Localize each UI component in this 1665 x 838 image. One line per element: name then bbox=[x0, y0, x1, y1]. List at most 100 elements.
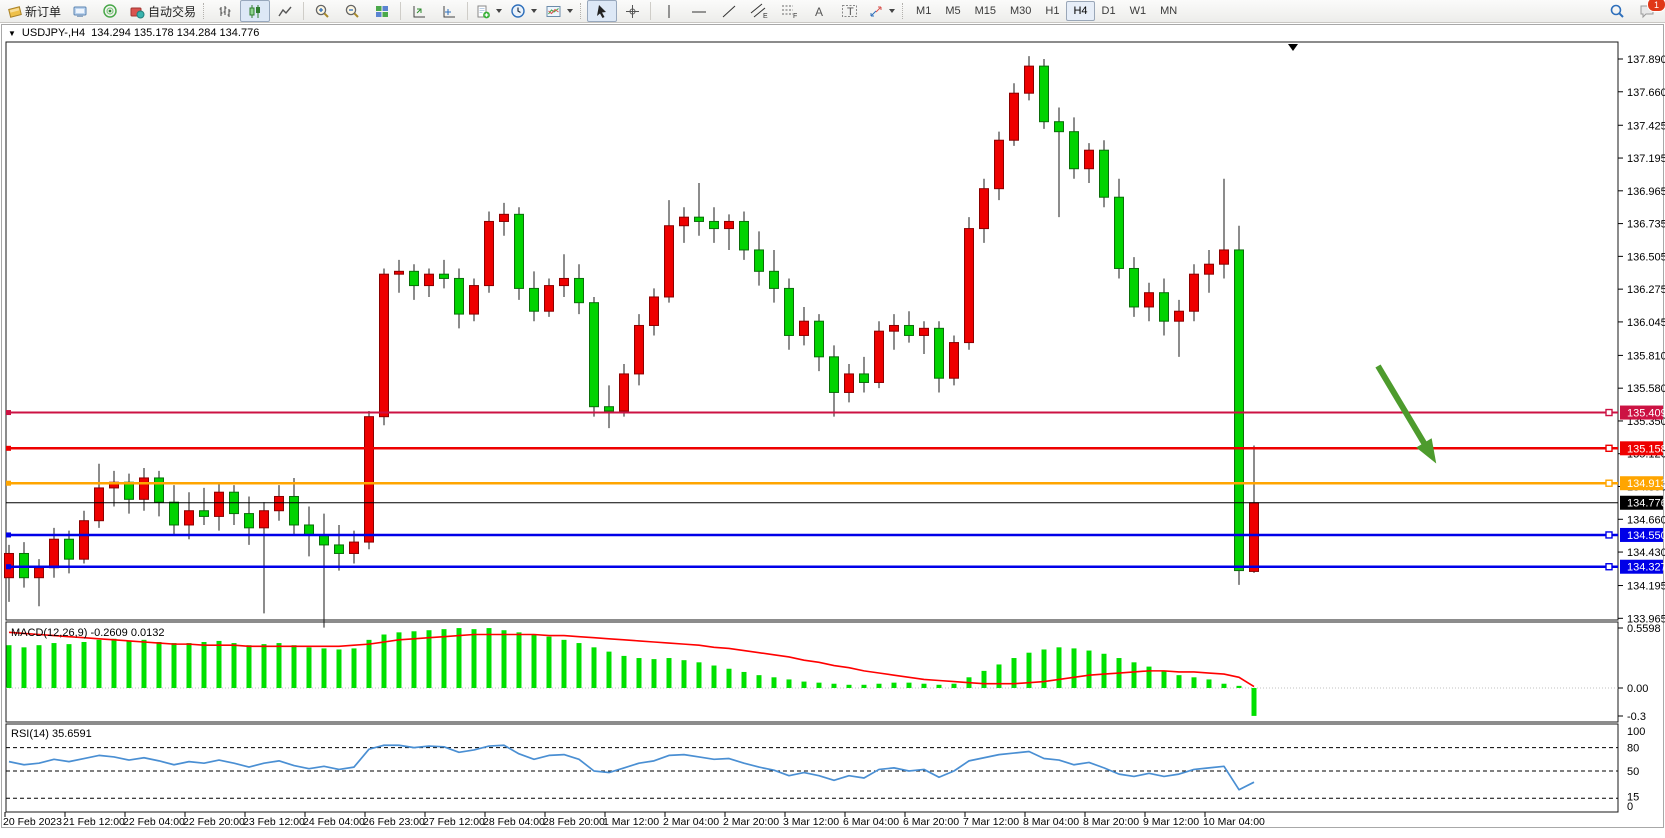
terminal-button[interactable] bbox=[65, 0, 95, 22]
cursor-button[interactable] bbox=[587, 0, 617, 22]
timeframe-button-H1[interactable]: H1 bbox=[1038, 1, 1066, 21]
svg-text:0.5598: 0.5598 bbox=[1627, 623, 1661, 635]
svg-text:135.810: 135.810 bbox=[1627, 350, 1665, 362]
panel-frames bbox=[6, 42, 1618, 812]
svg-text:24 Feb 04:00: 24 Feb 04:00 bbox=[303, 816, 365, 828]
svg-text:136.045: 136.045 bbox=[1627, 317, 1665, 329]
svg-text:135.158: 135.158 bbox=[1627, 443, 1665, 455]
timeframe-button-MN[interactable]: MN bbox=[1153, 1, 1184, 21]
add-indicator-button[interactable] bbox=[471, 0, 506, 22]
search-button[interactable] bbox=[1602, 0, 1632, 22]
toolbar-grip bbox=[902, 3, 906, 19]
text-icon: A bbox=[812, 4, 826, 19]
svg-text:137.890: 137.890 bbox=[1627, 54, 1665, 66]
new-order-button[interactable]: 新订单 bbox=[3, 0, 65, 22]
indicators-window-button[interactable] bbox=[434, 0, 464, 22]
tile-windows-button[interactable] bbox=[367, 0, 397, 22]
toolbar-separator bbox=[303, 2, 304, 20]
zoom-in-button[interactable] bbox=[307, 0, 337, 22]
svg-text:-0.3: -0.3 bbox=[1627, 711, 1646, 723]
svg-text:137.425: 137.425 bbox=[1627, 120, 1665, 132]
timeframe-button-W1[interactable]: W1 bbox=[1123, 1, 1154, 21]
chart-canvas[interactable]: 137.890137.660137.425137.195136.965136.7… bbox=[0, 23, 1665, 838]
line-chart-icon bbox=[277, 4, 293, 19]
svg-text:28 Feb 20:00: 28 Feb 20:00 bbox=[543, 816, 605, 828]
timeframe-group: M1M5M15M30H1H4D1W1MN bbox=[909, 1, 1184, 21]
svg-text:134.913: 134.913 bbox=[1627, 478, 1665, 490]
notification-badge: 1 bbox=[1647, 0, 1665, 12]
vertical-line-icon bbox=[663, 4, 675, 19]
dropdown-caret bbox=[531, 9, 537, 13]
fibonacci-button[interactable]: F bbox=[774, 0, 804, 22]
terminal-icon bbox=[72, 4, 88, 19]
chart-title-ohlc: 134.294 135.178 134.284 134.776 bbox=[91, 27, 259, 39]
toolbar-separator bbox=[650, 2, 651, 20]
toolbar-grip bbox=[580, 3, 584, 19]
svg-text:21 Feb 12:00: 21 Feb 12:00 bbox=[63, 816, 125, 828]
tile-windows-icon bbox=[374, 4, 390, 19]
trendline-icon bbox=[721, 4, 737, 19]
notifications-button[interactable]: 1 bbox=[1632, 0, 1662, 22]
candlestick-chart-icon bbox=[247, 4, 263, 19]
signals-button[interactable] bbox=[95, 0, 125, 22]
template-button[interactable] bbox=[541, 0, 577, 22]
autotrading-label: 自动交易 bbox=[148, 3, 196, 20]
candlestick-chart-button[interactable] bbox=[240, 0, 270, 22]
line-chart-button[interactable] bbox=[270, 0, 300, 22]
template-icon bbox=[545, 4, 562, 19]
svg-text:23 Feb 12:00: 23 Feb 12:00 bbox=[243, 816, 305, 828]
equidistant-channel-button[interactable]: E bbox=[744, 0, 774, 22]
svg-text:50: 50 bbox=[1627, 766, 1639, 778]
timeframe-button-M5[interactable]: M5 bbox=[938, 1, 967, 21]
text-label-icon: T bbox=[841, 3, 858, 19]
crosshair-button[interactable] bbox=[617, 0, 647, 22]
toolbar-separator bbox=[467, 2, 468, 20]
svg-text:134.327: 134.327 bbox=[1627, 562, 1665, 574]
macd-label: MACD(12,26,9) -0.2609 0.0132 bbox=[11, 627, 164, 639]
svg-text:2 Mar 20:00: 2 Mar 20:00 bbox=[723, 816, 779, 828]
fibonacci-icon: F bbox=[780, 3, 798, 19]
svg-text:9 Mar 12:00: 9 Mar 12:00 bbox=[1143, 816, 1199, 828]
autotrading-button[interactable]: 自动交易 bbox=[125, 0, 200, 22]
timeframe-button-H4[interactable]: H4 bbox=[1066, 1, 1094, 21]
period-button[interactable] bbox=[506, 0, 541, 22]
text-button[interactable]: A bbox=[804, 0, 834, 22]
timeframe-button-M30[interactable]: M30 bbox=[1003, 1, 1038, 21]
svg-text:8 Mar 20:00: 8 Mar 20:00 bbox=[1083, 816, 1139, 828]
dropdown-caret bbox=[889, 9, 895, 13]
vertical-line-button[interactable] bbox=[654, 0, 684, 22]
arrows-button[interactable] bbox=[864, 0, 899, 22]
dropdown-caret bbox=[567, 9, 573, 13]
chart-window: ▼ USDJPY-,H4 134.294 135.178 134.284 134… bbox=[0, 23, 1665, 838]
data-window-button[interactable] bbox=[404, 0, 434, 22]
svg-text:136.735: 136.735 bbox=[1627, 219, 1665, 231]
timeframe-button-M15[interactable]: M15 bbox=[968, 1, 1003, 21]
chart-title: ▼ USDJPY-,H4 134.294 135.178 134.284 134… bbox=[8, 27, 259, 39]
svg-text:136.505: 136.505 bbox=[1627, 251, 1665, 263]
svg-text:136.275: 136.275 bbox=[1627, 284, 1665, 296]
svg-text:0: 0 bbox=[1627, 801, 1633, 813]
crosshair-icon bbox=[625, 4, 640, 19]
time-axis[interactable]: 20 Feb 202321 Feb 12:0022 Feb 04:0022 Fe… bbox=[3, 812, 1265, 828]
zoom-out-icon bbox=[344, 3, 360, 19]
horizontal-line-button[interactable] bbox=[684, 0, 714, 22]
svg-text:1 Mar 12:00: 1 Mar 12:00 bbox=[603, 816, 659, 828]
zoom-in-icon bbox=[314, 3, 330, 19]
timeframe-button-M1[interactable]: M1 bbox=[909, 1, 938, 21]
text-label-button[interactable]: T bbox=[834, 0, 864, 22]
svg-text:E: E bbox=[763, 13, 768, 19]
trendline-button[interactable] bbox=[714, 0, 744, 22]
svg-text:135.580: 135.580 bbox=[1627, 383, 1665, 395]
chart-menu-icon[interactable]: ▼ bbox=[8, 29, 16, 38]
toolbar-separator bbox=[400, 2, 401, 20]
svg-text:2 Mar 04:00: 2 Mar 04:00 bbox=[663, 816, 719, 828]
mt4-window: 新订单 自动交易 bbox=[0, 0, 1665, 838]
add-indicator-icon bbox=[475, 4, 491, 19]
zoom-out-button[interactable] bbox=[337, 0, 367, 22]
toolbar-grip bbox=[203, 3, 207, 19]
bar-chart-button[interactable] bbox=[210, 0, 240, 22]
new-order-label: 新订单 bbox=[25, 3, 61, 20]
timeframe-button-D1[interactable]: D1 bbox=[1095, 1, 1123, 21]
svg-text:10 Mar 04:00: 10 Mar 04:00 bbox=[1203, 816, 1265, 828]
svg-text:26 Feb 23:00: 26 Feb 23:00 bbox=[363, 816, 425, 828]
